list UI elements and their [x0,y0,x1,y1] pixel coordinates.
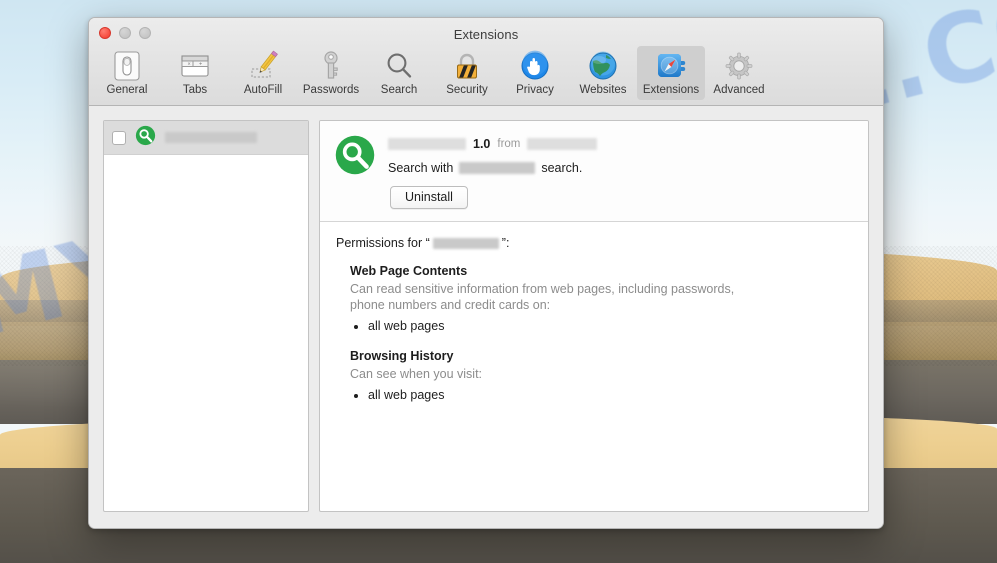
extensions-icon [655,50,687,82]
toolbar-item-security-label: Security [446,84,488,96]
extensions-list[interactable] [103,120,309,512]
permission-group-browsing-history: Browsing History Can see when you visit:… [336,349,852,404]
extension-enable-checkbox[interactable] [112,130,126,145]
permission-group-title: Web Page Contents [350,264,468,278]
extension-detail-pane: 1.0 from Search with search. Uninstall P… [319,120,869,512]
toolbar-item-websites[interactable]: Websites [569,46,637,100]
permission-scope-list: all web pages [350,387,852,404]
extension-name-redacted [165,132,257,143]
toolbar-item-search[interactable]: Search [365,46,433,100]
svg-text:×: × [188,62,191,68]
svg-text:+: + [199,62,202,68]
security-lock-icon [451,50,483,82]
green-magnifier-icon [135,125,156,151]
general-icon [111,50,143,82]
permissions-heading-suffix: ”: [501,236,510,250]
search-icon [383,50,415,82]
window-chrome: Extensions General × + Tabs AutoFill Pas… [89,18,883,106]
permission-group-title: Browsing History [350,349,454,363]
permission-scope-list: all web pages [350,318,852,335]
toolbar-item-privacy-label: Privacy [516,84,554,96]
list-item[interactable] [104,121,308,155]
toolbar-item-websites-label: Websites [579,84,627,96]
advanced-gear-icon [723,50,755,82]
toolbar-item-autofill-label: AutoFill [243,84,283,96]
preferences-content: 1.0 from Search with search. Uninstall P… [89,106,883,528]
extension-description: Search with search. [388,161,854,175]
autofill-icon [247,50,279,82]
toolbar-item-extensions-label: Extensions [642,84,700,96]
preferences-toolbar: General × + Tabs AutoFill Passwords Sear… [89,46,773,100]
toolbar-item-advanced-label: Advanced [713,84,765,96]
toolbar-item-autofill[interactable]: AutoFill [229,46,297,100]
description-suffix: search. [541,161,583,175]
extensions-preferences-window: Extensions General × + Tabs AutoFill Pas… [88,17,884,529]
window-title: Extensions [453,27,519,42]
toolbar-item-security[interactable]: Security [433,46,501,100]
toolbar-item-passwords-label: Passwords [302,84,360,96]
extension-version: 1.0 [473,136,491,151]
desktop-wallpaper: MYANTISPYWARE.COM Extensions [0,0,997,563]
tabs-icon: × + [179,50,211,82]
toolbar-item-privacy[interactable]: Privacy [501,46,569,100]
permission-group-web-page-contents: Web Page Contents Can read sensitive inf… [336,264,852,335]
privacy-hand-icon [519,50,551,82]
extension-title-line: 1.0 from [388,135,854,152]
passwords-icon [315,50,347,82]
toolbar-item-general-label: General [106,84,148,96]
permissions-heading: Permissions for “ ”: [336,236,852,250]
from-label: from [497,137,521,150]
toolbar-item-tabs[interactable]: × + Tabs [161,46,229,100]
toolbar-item-tabs-label: Tabs [182,84,208,96]
description-name-redacted [459,162,536,174]
extension-name-redacted [388,137,466,150]
list-item: all web pages [368,318,852,335]
extension-header: 1.0 from Search with search. Uninstall [320,121,868,222]
extension-publisher-redacted [527,137,598,150]
list-item: all web pages [368,387,852,404]
green-magnifier-icon [334,134,376,176]
websites-globe-icon [587,50,619,82]
toolbar-item-search-label: Search [380,84,418,96]
toolbar-item-passwords[interactable]: Passwords [297,46,365,100]
description-prefix: Search with [388,161,454,175]
permissions-name-redacted [432,237,499,249]
permission-group-body: Can see when you visit: [350,367,483,381]
uninstall-button[interactable]: Uninstall [390,186,468,209]
toolbar-item-advanced[interactable]: Advanced [705,46,773,100]
permission-group-body: Can read sensitive information from web … [350,282,735,312]
permissions-heading-prefix: Permissions for “ [336,236,430,250]
permissions-section: Permissions for “ ”: Web Page Contents C… [320,222,868,511]
toolbar-item-extensions[interactable]: Extensions [637,46,705,100]
toolbar-item-general[interactable]: General [93,46,161,100]
